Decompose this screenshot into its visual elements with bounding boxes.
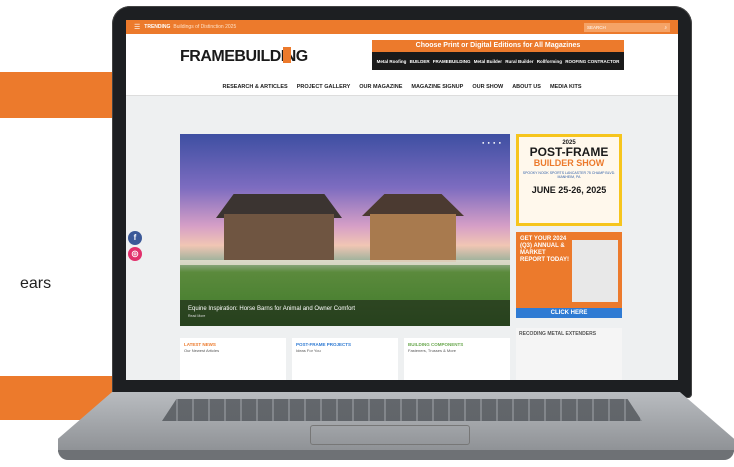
nav-magazine-signup[interactable]: MAGAZINE SIGNUP bbox=[411, 84, 463, 90]
card-subtitle: Our Newest Articles bbox=[184, 348, 220, 353]
nav-our-magazine[interactable]: OUR MAGAZINE bbox=[359, 84, 402, 90]
market-report-text: GET YOUR 2024 (Q3) ANNUAL & MARKET REPOR… bbox=[520, 236, 570, 263]
magazine-logo[interactable]: BUILDER bbox=[410, 59, 430, 64]
click-here-button[interactable]: CLICK HERE bbox=[516, 308, 622, 318]
trending-label: TRENDING bbox=[144, 24, 171, 30]
latest-news-card[interactable]: LATEST NEWS Our Newest Articles bbox=[180, 338, 286, 380]
editions-title[interactable]: Choose Print or Digital Editions for All… bbox=[372, 40, 624, 52]
barn-building-right bbox=[370, 214, 456, 262]
building-components-card[interactable]: BUILDING COMPONENTS Fasteners, Trusses &… bbox=[404, 338, 510, 380]
market-report-cover bbox=[572, 240, 618, 302]
editions-banner[interactable]: Choose Print or Digital Editions for All… bbox=[372, 40, 624, 70]
magazine-logos: Metal Roofing BUILDER FRAMEBUILDING Meta… bbox=[372, 52, 624, 70]
card-title: POST-FRAME PROJECTS bbox=[296, 342, 352, 347]
site-top-bar: ☰ TRENDING Buildings of Distinction 2025… bbox=[126, 20, 678, 34]
nav-our-show[interactable]: OUR SHOW bbox=[472, 84, 503, 90]
hero-caption-sub[interactable]: Read More bbox=[188, 314, 502, 318]
hero-caption[interactable]: Equine Inspiration: Horse Barns for Anim… bbox=[180, 300, 510, 326]
search-input[interactable]: SEARCH ⌕ bbox=[584, 22, 670, 32]
search-placeholder: SEARCH bbox=[587, 24, 606, 30]
hero-image[interactable]: ● ● ● ● Equine Inspiration: Horse Barns … bbox=[180, 134, 510, 326]
instagram-icon[interactable]: ◎ bbox=[128, 247, 142, 261]
magazine-logo[interactable]: Rollforming bbox=[537, 59, 562, 64]
card-subtitle: Ideas For You bbox=[296, 348, 321, 353]
laptop-base-edge bbox=[58, 450, 734, 460]
card-subtitle: Fasteners, Trusses & More bbox=[408, 348, 457, 353]
post-frame-show-ad[interactable]: 2025 POST-FRAME BUILDER SHOW SPOOKY NOOK… bbox=[516, 134, 622, 226]
nav-project-gallery[interactable]: PROJECT GALLERY bbox=[297, 84, 351, 90]
nav-research-articles[interactable]: RESEARCH & ARTICLES bbox=[222, 84, 287, 90]
recoding-ad-label: RECODING METAL EXTENDERS bbox=[519, 331, 597, 337]
post-frame-projects-card[interactable]: POST-FRAME PROJECTS Ideas For You bbox=[292, 338, 398, 380]
barn-roof-right bbox=[362, 194, 464, 216]
magazine-logo[interactable]: Rural Builder bbox=[505, 59, 533, 64]
laptop-keyboard bbox=[162, 399, 642, 421]
cropped-side-text: ears bbox=[20, 275, 52, 292]
market-report-ad[interactable]: GET YOUR 2024 (Q3) ANNUAL & MARKET REPOR… bbox=[516, 232, 622, 318]
site-header: FRAMEBUILDING Choose Print or Digital Ed… bbox=[126, 34, 678, 78]
nav-about-us[interactable]: ABOUT US bbox=[512, 84, 541, 90]
hero-caption-title[interactable]: Equine Inspiration: Horse Barns for Anim… bbox=[188, 306, 502, 312]
nav-media-kits[interactable]: MEDIA KITS bbox=[550, 84, 582, 90]
main-content: f ◎ ● ● ● ● Equine Inspiration: Horse Ba… bbox=[126, 96, 678, 380]
magazine-logo[interactable]: ROOFING CONTRACTOR bbox=[565, 59, 619, 64]
facebook-icon[interactable]: f bbox=[128, 231, 142, 245]
magazine-logo[interactable]: Metal Roofing bbox=[377, 59, 407, 64]
logo-tag-mark bbox=[283, 47, 291, 63]
search-icon[interactable]: ⌕ bbox=[664, 25, 667, 30]
main-navigation: RESEARCH & ARTICLES PROJECT GALLERY OUR … bbox=[126, 78, 678, 96]
laptop-screen: ☰ TRENDING Buildings of Distinction 2025… bbox=[126, 20, 678, 380]
carousel-dots[interactable]: ● ● ● ● bbox=[482, 140, 502, 145]
recoding-ad[interactable]: RECODING METAL EXTENDERS bbox=[516, 328, 622, 380]
show-title: POST-FRAME bbox=[529, 145, 609, 159]
laptop-trackpad bbox=[310, 425, 470, 445]
pasture-fence bbox=[180, 260, 510, 265]
trending-link[interactable]: Buildings of Distinction 2025 bbox=[173, 24, 236, 30]
show-venue: SPOOKY NOOK SPORTS LANCASTER 75 CHAMP BL… bbox=[522, 171, 616, 179]
card-title: LATEST NEWS bbox=[184, 342, 216, 347]
menu-icon[interactable]: ☰ bbox=[134, 23, 140, 31]
show-dates: JUNE 25-26, 2025 bbox=[531, 185, 607, 195]
magazine-logo[interactable]: FRAMEBUILDING bbox=[433, 59, 471, 64]
barn-building-left bbox=[224, 214, 334, 260]
magazine-logo[interactable]: Metal Builder bbox=[474, 59, 502, 64]
show-subtitle: BUILDER SHOW bbox=[533, 158, 605, 168]
page-canvas: ears ☰ TRENDING Buildings of Distinction… bbox=[0, 0, 734, 467]
card-title: BUILDING COMPONENTS bbox=[408, 342, 464, 347]
